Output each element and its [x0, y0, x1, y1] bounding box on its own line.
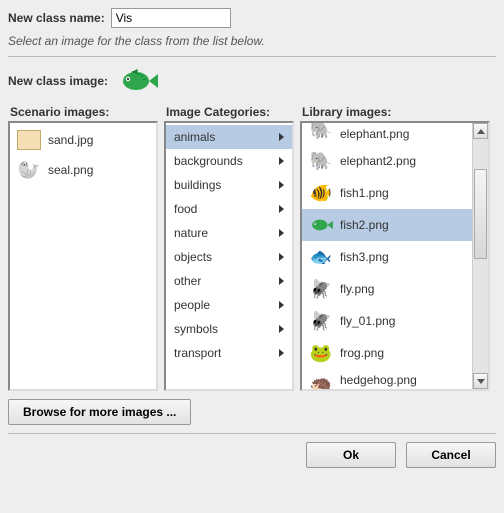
submenu-arrow-icon — [279, 157, 284, 165]
cancel-button[interactable]: Cancel — [406, 442, 496, 468]
library-item-label: fly_01.png — [340, 314, 395, 328]
fish-striped-icon: 🐟 — [308, 246, 334, 268]
categories-header: Image Categories: — [164, 105, 294, 119]
category-item-label: backgrounds — [174, 154, 243, 168]
submenu-arrow-icon — [279, 205, 284, 213]
submenu-arrow-icon — [279, 229, 284, 237]
category-item[interactable]: people — [166, 293, 292, 317]
categories-listbox[interactable]: animals backgrounds buildings food nature obj… — [164, 121, 294, 391]
class-name-input[interactable] — [111, 8, 231, 28]
class-image-label: New class image: — [8, 74, 108, 88]
library-item[interactable]: 🪰 fly_01.png — [302, 305, 472, 337]
library-item-label: elephant.png — [340, 127, 409, 141]
class-image-preview — [114, 65, 162, 97]
library-item-label: fish2.png — [340, 218, 389, 232]
category-item[interactable]: buildings — [166, 173, 292, 197]
category-item-label: other — [174, 274, 201, 288]
library-item[interactable]: 🪰 fly.png — [302, 273, 472, 305]
category-item[interactable]: food — [166, 197, 292, 221]
category-item[interactable]: symbols — [166, 317, 292, 341]
library-item[interactable]: 🐸 frog.png — [302, 337, 472, 369]
category-item-label: buildings — [174, 178, 221, 192]
scroll-thumb[interactable] — [474, 169, 487, 259]
library-item-label: hedgehog.png — [340, 373, 417, 387]
library-item[interactable]: 🐟 fish3.png — [302, 241, 472, 273]
category-item-label: objects — [174, 250, 212, 264]
elephant-icon: 🐘 — [308, 150, 334, 172]
select-image-hint: Select an image for the class from the l… — [8, 34, 496, 48]
category-item[interactable]: transport — [166, 341, 292, 365]
category-item[interactable]: backgrounds — [166, 149, 292, 173]
separator — [8, 56, 496, 57]
scenario-item[interactable]: 🦭 seal.png — [10, 155, 156, 185]
elephant-icon: 🐘 — [308, 121, 334, 141]
library-item[interactable]: 🐘 elephant.png — [302, 121, 472, 145]
category-item[interactable]: nature — [166, 221, 292, 245]
category-item-label: people — [174, 298, 210, 312]
library-item[interactable]: fish2.png — [302, 209, 472, 241]
category-item-label: nature — [174, 226, 208, 240]
submenu-arrow-icon — [279, 133, 284, 141]
frog-icon: 🐸 — [308, 342, 334, 364]
fly-icon: 🪰 — [308, 278, 334, 300]
library-item-label: fish3.png — [340, 250, 389, 264]
browse-button[interactable]: Browse for more images ... — [8, 399, 191, 425]
submenu-arrow-icon — [279, 325, 284, 333]
library-listbox[interactable]: 🐘 elephant.png 🐘 elephant2.png 🐠 fish1.png fis… — [300, 121, 490, 391]
category-item[interactable]: other — [166, 269, 292, 293]
submenu-arrow-icon — [279, 277, 284, 285]
fish-icon — [116, 67, 160, 95]
submenu-arrow-icon — [279, 253, 284, 261]
category-item[interactable]: objects — [166, 245, 292, 269]
submenu-arrow-icon — [279, 301, 284, 309]
fish-green-icon — [308, 214, 334, 236]
hedgehog-icon: 🦔 — [308, 373, 334, 391]
library-item-label: fish1.png — [340, 186, 389, 200]
fish-yellow-icon: 🐠 — [308, 182, 334, 204]
ok-button[interactable]: Ok — [306, 442, 396, 468]
category-item-label: symbols — [174, 322, 218, 336]
category-item-label: transport — [174, 346, 221, 360]
separator — [8, 433, 496, 434]
library-item-label: elephant2.png — [340, 154, 416, 168]
library-item[interactable]: 🐠 fish1.png — [302, 177, 472, 209]
library-item[interactable]: 🦔 hedgehog.png — [302, 369, 472, 391]
scenario-header: Scenario images: — [8, 105, 158, 119]
seal-icon: 🦭 — [16, 159, 42, 181]
category-item-label: animals — [174, 130, 215, 144]
scroll-down-button[interactable] — [473, 373, 488, 389]
sand-icon — [16, 129, 42, 151]
class-name-label: New class name: — [8, 11, 105, 25]
category-item-label: food — [174, 202, 197, 216]
scenario-item-label: sand.jpg — [48, 133, 93, 147]
library-header: Library images: — [300, 105, 490, 119]
scroll-up-button[interactable] — [473, 123, 488, 139]
category-item[interactable]: animals — [166, 125, 292, 149]
submenu-arrow-icon — [279, 181, 284, 189]
scenario-listbox[interactable]: sand.jpg 🦭 seal.png — [8, 121, 158, 391]
library-item[interactable]: 🐘 elephant2.png — [302, 145, 472, 177]
scenario-item-label: seal.png — [48, 163, 93, 177]
library-item-label: frog.png — [340, 346, 384, 360]
library-item-label: fly.png — [340, 282, 374, 296]
scenario-item[interactable]: sand.jpg — [10, 125, 156, 155]
fly-icon: 🪰 — [308, 310, 334, 332]
submenu-arrow-icon — [279, 349, 284, 357]
library-scrollbar[interactable] — [472, 123, 488, 389]
